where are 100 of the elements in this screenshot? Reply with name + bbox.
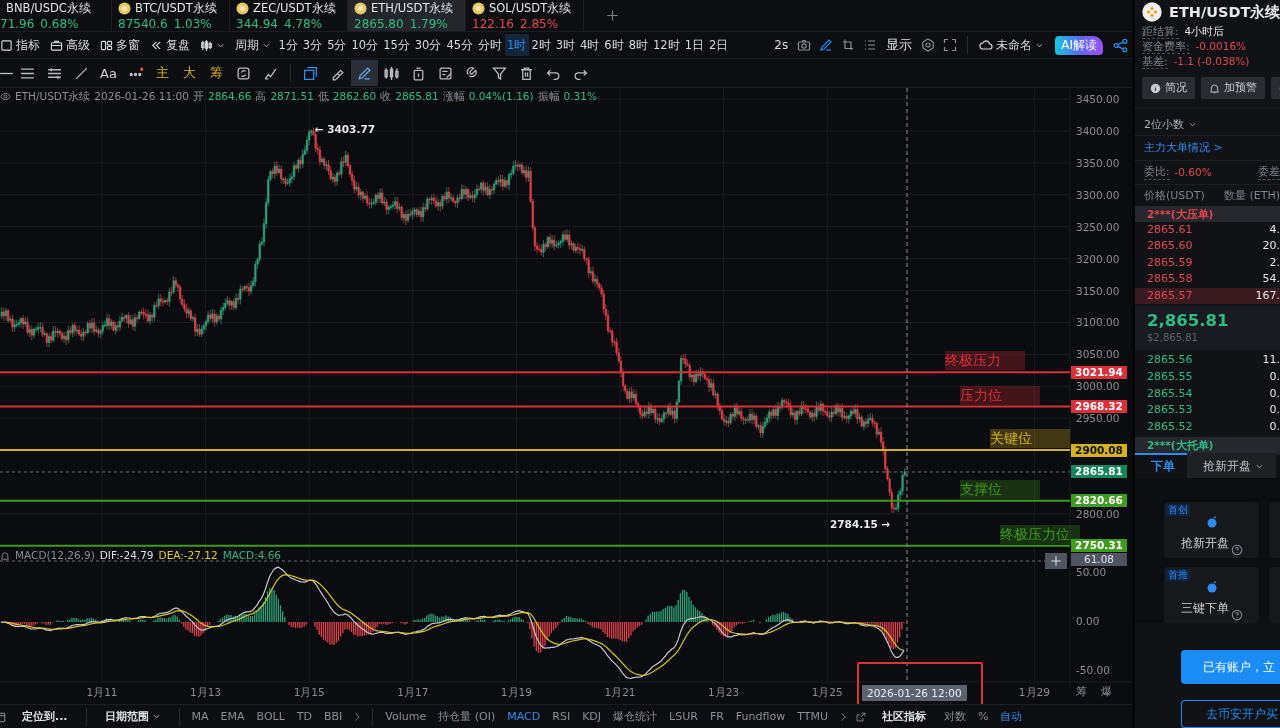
share-icon[interactable] (1113, 37, 1128, 53)
pen-tool-button[interactable] (351, 60, 378, 86)
trash-icon[interactable] (519, 65, 534, 81)
interval-tab[interactable]: 2日 (706, 34, 731, 56)
order-book-row[interactable]: 2865.54 0. (1135, 385, 1280, 403)
interval-tab[interactable]: 1分 (276, 34, 301, 56)
scale-option[interactable]: 对数 (937, 705, 972, 728)
order-tab[interactable]: 抢新开盘 (1187, 455, 1276, 478)
locate-button[interactable]: 定位到... (10, 705, 80, 728)
toolbar-button[interactable]: 指标 (0, 33, 45, 57)
fullscreen-icon[interactable] (943, 38, 958, 52)
pen-icon[interactable] (357, 65, 372, 81)
main-indicator-tab[interactable]: EMA (214, 705, 251, 728)
toolbar-button[interactable]: 复盘 (145, 33, 195, 57)
ai-button[interactable]: AI解读 (1055, 35, 1103, 55)
ticker-tab[interactable]: SOL/USDT永续 122.16 2.85% (466, 0, 584, 31)
order-book-row[interactable]: 2865.61 4. (1135, 221, 1280, 239)
ohlc-value: 2865.81 (395, 89, 439, 103)
sync-icon[interactable] (236, 65, 251, 81)
order-book-row[interactable]: 2865.53 0. (1135, 402, 1280, 419)
quick-indicator-button[interactable]: 大 (176, 60, 203, 86)
interval-tab[interactable]: 3分 (300, 34, 325, 56)
sub-indicator-tab[interactable]: RSI (546, 705, 577, 728)
signup-button[interactable]: 去币安开户买 (1181, 700, 1280, 728)
candles-icon[interactable] (384, 65, 399, 81)
trend-line-icon[interactable] (74, 65, 89, 81)
toolbar-button[interactable]: 高级 (45, 33, 95, 57)
interval-tab[interactable]: 2时 (528, 34, 554, 56)
external-link-icon[interactable] (855, 711, 866, 722)
scale-option[interactable]: % (971, 705, 995, 728)
crop-icon[interactable] (841, 38, 856, 52)
decimals-dropdown[interactable]: 2位小数 (1135, 114, 1280, 136)
layers-icon[interactable] (303, 65, 318, 81)
order-book-row[interactable]: 2865.52 0. (1135, 418, 1280, 436)
pen-icon[interactable] (819, 38, 834, 52)
sub-indicator-tab[interactable]: 爆仓统计 (607, 705, 664, 728)
layout-dropdown[interactable]: 未命名 (974, 33, 1050, 57)
interval-tab[interactable]: 4时 (577, 34, 602, 56)
eye-icon[interactable] (0, 90, 11, 102)
display-button[interactable]: 显示 (881, 33, 918, 57)
sub-indicator-tab[interactable]: 持仓量 (OI) (432, 705, 502, 728)
order-book-row[interactable]: 2865.56 11. (1135, 352, 1280, 370)
interval-tab[interactable]: 45分 (443, 34, 476, 56)
main-indicator-tab[interactable]: TD (290, 705, 318, 728)
quick-indicator-button[interactable]: 筹 (203, 60, 230, 86)
order-price: 2865.60 (1147, 238, 1193, 255)
parallel-lines-icon[interactable] (47, 65, 62, 81)
note-icon[interactable] (438, 65, 453, 81)
community-indicators-button[interactable]: 社区指标 (869, 705, 938, 728)
toolbar-button[interactable]: 多窗 (95, 33, 145, 57)
axis-corner-label[interactable]: 筹 (1076, 685, 1087, 699)
panel-button[interactable]: 加预警 (1201, 77, 1265, 100)
interval-tab[interactable]: 6时 (601, 34, 627, 56)
refresh-interval-button[interactable]: 2s (769, 33, 794, 57)
ticker-tab[interactable]: BTC/USDT永续 87540.6 1.03% (112, 0, 230, 31)
main-indicator-tab[interactable]: BOLL (250, 705, 291, 728)
settings-icon[interactable] (921, 38, 936, 52)
sub-indicator-tab[interactable]: MACD (501, 705, 547, 728)
interval-tab[interactable]: 1日 (682, 34, 707, 56)
scale-option[interactable]: 自动 (994, 705, 1029, 728)
interval-tab[interactable]: 10分 (349, 34, 381, 56)
axis-corner-label[interactable]: 爆 (1101, 685, 1112, 699)
order-book-row[interactable]: 2865.59 2. (1135, 254, 1280, 272)
sub-indicator-tab[interactable]: Fundflow (729, 705, 792, 728)
camera-icon[interactable] (797, 38, 812, 52)
order-book-row[interactable]: 2865.57 167. (1135, 287, 1280, 305)
feature-card[interactable]: 首创 抢新开盘 (1164, 502, 1259, 558)
sub-indicator-tab[interactable]: FR (703, 705, 730, 728)
help-icon[interactable] (1230, 544, 1243, 556)
chevron-right-icon[interactable] (352, 711, 363, 722)
interval-tab[interactable]: 3时 (553, 34, 578, 56)
order-book-row[interactable]: 2865.55 0. (1135, 369, 1280, 386)
big-orders-link[interactable]: 主力大单情况 > (1135, 135, 1280, 162)
order-book-row[interactable]: 2865.58 54. (1135, 271, 1280, 288)
interval-tab[interactable]: 12时 (650, 34, 683, 56)
main-indicator-tab[interactable]: MA (185, 705, 215, 728)
panel-button[interactable]: 简况 (1142, 77, 1195, 100)
interval-tab[interactable]: 分时 (475, 34, 505, 56)
feature-card[interactable]: 首推 三键下单 (1164, 567, 1259, 623)
interval-tab[interactable]: 15分 (380, 34, 413, 56)
date-range-dropdown[interactable]: 日期范围 (92, 705, 173, 728)
interval-tab[interactable]: 5分 (324, 34, 349, 56)
filter-icon[interactable] (492, 65, 507, 81)
interval-tab[interactable]: 30分 (412, 34, 444, 56)
bell-icon[interactable] (0, 550, 10, 561)
text-tool[interactable]: Aa (95, 60, 122, 86)
interval-tab[interactable]: 8时 (626, 34, 651, 56)
order-book-row[interactable]: 2865.60 20. (1135, 238, 1280, 255)
ticker-tab[interactable]: BNB/USDC永续 71.96 0.68% (0, 0, 112, 31)
main-indicator-tab[interactable]: BBI (318, 705, 349, 728)
ticker-tab[interactable]: ETH/USDT永续 2865.80 1.79% (348, 0, 466, 31)
period-dropdown[interactable]: 周期 (230, 33, 276, 57)
sub-indicator-tab[interactable]: KDJ (576, 705, 608, 728)
quick-indicator-button[interactable]: 主 (149, 60, 176, 86)
add-button[interactable] (1045, 553, 1067, 569)
help-icon[interactable] (1230, 609, 1243, 621)
sub-indicator-tab[interactable]: Volume (379, 705, 433, 728)
interval-tab[interactable]: 1时 (504, 34, 529, 56)
sub-indicator-tab[interactable]: LSUR (663, 705, 704, 728)
sub-indicator-tab[interactable]: TTMU (791, 705, 834, 728)
